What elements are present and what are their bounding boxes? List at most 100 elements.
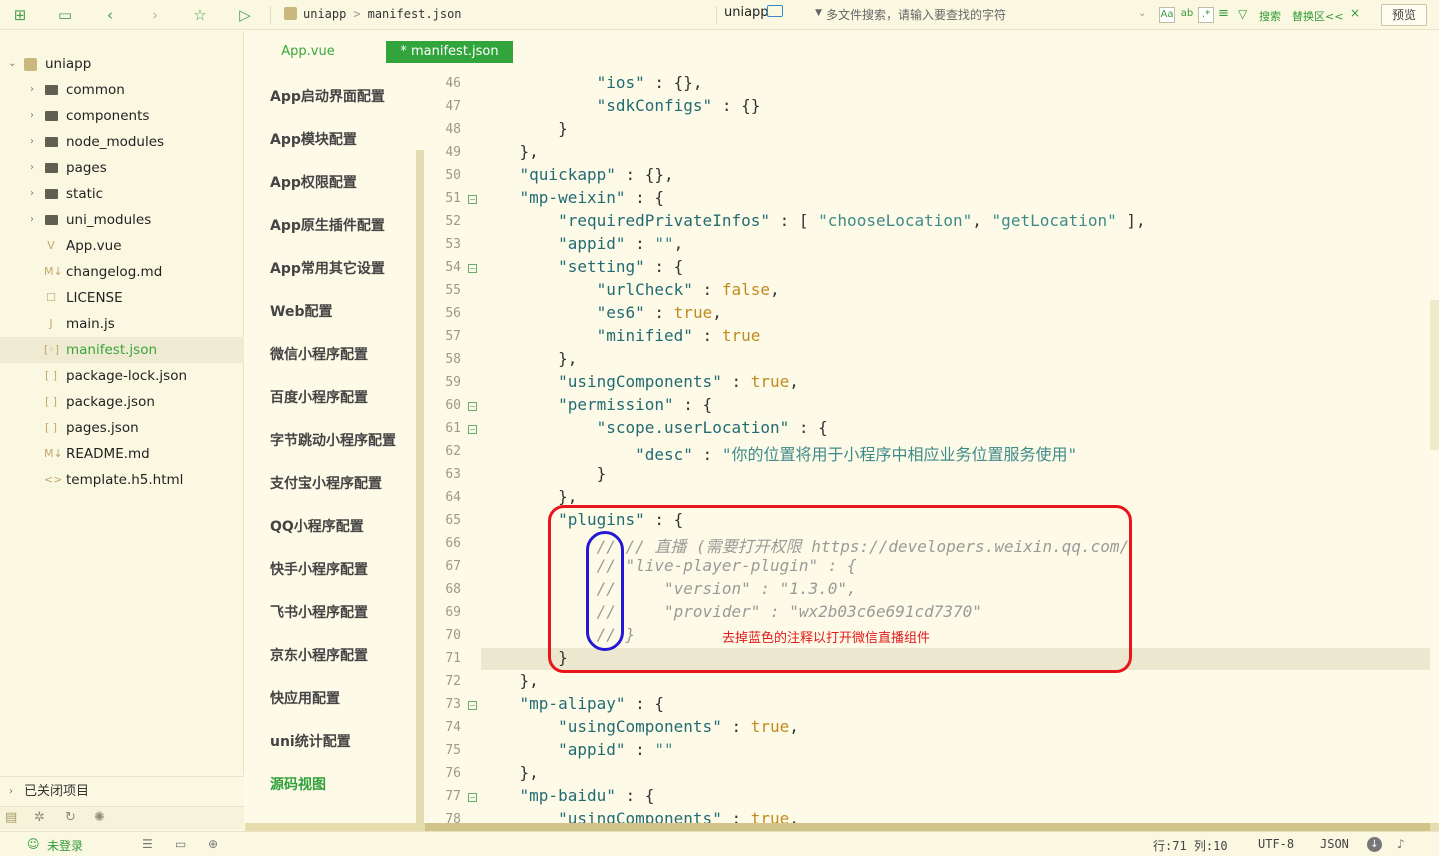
sync-icon[interactable]: ↻ [65, 810, 76, 825]
code-line[interactable]: }, [481, 763, 539, 782]
code-line[interactable]: "ios" : {}, [481, 73, 703, 92]
code-line[interactable]: "quickapp" : {}, [481, 165, 674, 184]
code-line[interactable]: }, [481, 671, 539, 690]
save-icon[interactable]: ▭ [55, 5, 75, 25]
tree-item[interactable]: [ ] pages.json [0, 415, 244, 441]
config-nav-scrollbar[interactable] [416, 150, 424, 825]
code-line[interactable]: "appid" : "", [481, 234, 683, 253]
whole-word-toggle[interactable]: ab [1180, 7, 1194, 23]
closed-projects-section[interactable]: › 已关闭项目 [0, 776, 244, 806]
login-status[interactable]: 未登录 [47, 837, 83, 854]
config-nav-item[interactable]: 源码视图 [270, 774, 326, 794]
fold-toggle-icon[interactable]: − [468, 402, 477, 411]
run-icon[interactable]: ▷ [235, 5, 255, 25]
forward-icon[interactable]: › [145, 5, 165, 25]
breadcrumb-project[interactable]: uniapp [303, 7, 346, 21]
code-line[interactable]: "usingComponents" : true, [481, 717, 799, 736]
syntax-mode[interactable]: JSON [1320, 837, 1349, 851]
code-line[interactable]: "es6" : true, [481, 303, 722, 322]
match-case-toggle[interactable]: Aa [1159, 7, 1175, 23]
code-line[interactable]: "requiredPrivateInfos" : [ "chooseLocati… [481, 211, 1146, 230]
code-line[interactable]: "mp-baidu" : { [481, 786, 655, 805]
config-nav-item[interactable]: 支付宝小程序配置 [270, 473, 382, 493]
tree-item[interactable]: ☐ LICENSE [0, 285, 244, 311]
fold-toggle-icon[interactable]: − [468, 264, 477, 273]
tree-item[interactable]: › common [0, 77, 244, 103]
code-line[interactable]: "mp-alipay" : { [481, 694, 665, 713]
fold-toggle-icon[interactable]: − [468, 701, 477, 710]
filter-icon[interactable]: ▽ [1238, 7, 1247, 23]
code-line[interactable]: "usingComponents" : true, [481, 809, 799, 823]
fold-toggle-icon[interactable]: − [468, 425, 477, 434]
download-icon[interactable]: ↓ [1367, 837, 1382, 852]
bookmark-star-icon[interactable]: ☆ [190, 5, 210, 25]
code-line[interactable]: "usingComponents" : true, [481, 372, 799, 391]
tree-item[interactable]: [◦] manifest.json [0, 337, 244, 363]
config-nav-item[interactable]: 微信小程序配置 [270, 344, 368, 364]
regex-toggle-icon[interactable]: .* [1198, 7, 1214, 23]
multi-file-search-input[interactable] [826, 6, 1156, 24]
language-icon[interactable]: ⊕ [208, 837, 218, 851]
tree-root-uniapp[interactable]: ⌄ uniapp [0, 51, 244, 77]
tree-item[interactable]: <> template.h5.html [0, 467, 244, 493]
breadcrumb-file[interactable]: manifest.json [368, 7, 462, 21]
code-line[interactable]: }, [481, 349, 577, 368]
code-line[interactable]: }, [481, 487, 577, 506]
new-file-icon[interactable]: ⊞ [10, 5, 30, 25]
close-search-icon[interactable]: × [1350, 6, 1360, 20]
config-nav-item[interactable]: 字节跳动小程序配置 [270, 430, 396, 450]
code-line[interactable]: "scope.userLocation" : { [481, 418, 828, 437]
horizontal-scrollbar-thumb[interactable] [425, 823, 1430, 831]
tab-manifest-json[interactable]: * manifest.json [386, 41, 513, 63]
config-nav-item[interactable]: Web配置 [270, 301, 332, 321]
tab-app-vue[interactable]: App.vue [270, 41, 346, 63]
list-icon[interactable]: ☰ [142, 837, 153, 851]
code-line[interactable]: } [481, 119, 568, 138]
tree-item[interactable]: V App.vue [0, 233, 244, 259]
debug-icon[interactable]: ✲ [34, 810, 45, 825]
config-nav-item[interactable]: 快手小程序配置 [270, 559, 368, 579]
search-button[interactable]: 搜索 [1259, 8, 1281, 24]
code-line[interactable]: "setting" : { [481, 257, 683, 276]
tree-item[interactable]: [ ] package.json [0, 389, 244, 415]
tree-item[interactable]: › node_modules [0, 129, 244, 155]
config-nav-item[interactable]: QQ小程序配置 [270, 516, 364, 536]
config-nav-item[interactable]: 百度小程序配置 [270, 387, 368, 407]
tree-item[interactable]: M↓ changelog.md [0, 259, 244, 285]
config-nav-item[interactable]: App启动界面配置 [270, 86, 385, 106]
tree-item[interactable]: › pages [0, 155, 244, 181]
replace-area-toggle[interactable]: 替换区<< [1292, 8, 1343, 24]
config-nav-item[interactable]: 京东小程序配置 [270, 645, 368, 665]
tree-item[interactable]: › uni_modules [0, 207, 244, 233]
file-encoding[interactable]: UTF-8 [1258, 837, 1294, 851]
code-editor[interactable]: 46 "ios" : {}, 47 "sdkConfigs" : {} 48 } 49… [425, 63, 1439, 823]
config-nav-item[interactable]: 快应用配置 [270, 688, 340, 708]
notification-bell-icon[interactable]: ♪ [1397, 837, 1405, 851]
config-nav-item[interactable]: uni统计配置 [270, 731, 351, 751]
tree-item[interactable]: Jmain.js [0, 311, 244, 337]
plugin-icon[interactable]: ✺ [94, 810, 105, 825]
tree-item[interactable]: › static [0, 181, 244, 207]
tree-item[interactable]: M↓ README.md [0, 441, 244, 467]
user-icon[interactable]: ☺ [27, 837, 40, 851]
config-nav-item[interactable]: App原生插件配置 [270, 215, 385, 235]
code-line[interactable]: "minified" : true [481, 326, 761, 345]
tree-item[interactable]: [ ] package-lock.json [0, 363, 244, 389]
code-line[interactable]: }, [481, 142, 539, 161]
code-line[interactable]: "sdkConfigs" : {} [481, 96, 761, 115]
code-line[interactable]: } [481, 464, 607, 483]
terminal-icon[interactable]: ▭ [175, 837, 186, 851]
fold-toggle-icon[interactable]: − [468, 793, 477, 802]
preview-button[interactable]: 预览 [1381, 4, 1427, 26]
back-icon[interactable]: ‹ [100, 5, 120, 25]
projects-panel-icon[interactable]: ▤ [5, 810, 17, 825]
cursor-position[interactable]: 行:71 列:10 [1153, 837, 1228, 854]
config-nav-item[interactable]: 飞书小程序配置 [270, 602, 368, 622]
config-nav-item[interactable]: App常用其它设置 [270, 258, 385, 278]
options-icon[interactable]: ≡ [1218, 7, 1229, 23]
project-selector[interactable]: uniapp ▼ [724, 5, 822, 25]
code-line[interactable]: "desc" : "你的位置将用于小程序中相应业务位置服务使用" [481, 441, 1077, 465]
tree-item[interactable]: › components [0, 103, 244, 129]
code-line[interactable]: "appid" : "" [481, 740, 674, 759]
code-line[interactable]: "mp-weixin" : { [481, 188, 665, 207]
